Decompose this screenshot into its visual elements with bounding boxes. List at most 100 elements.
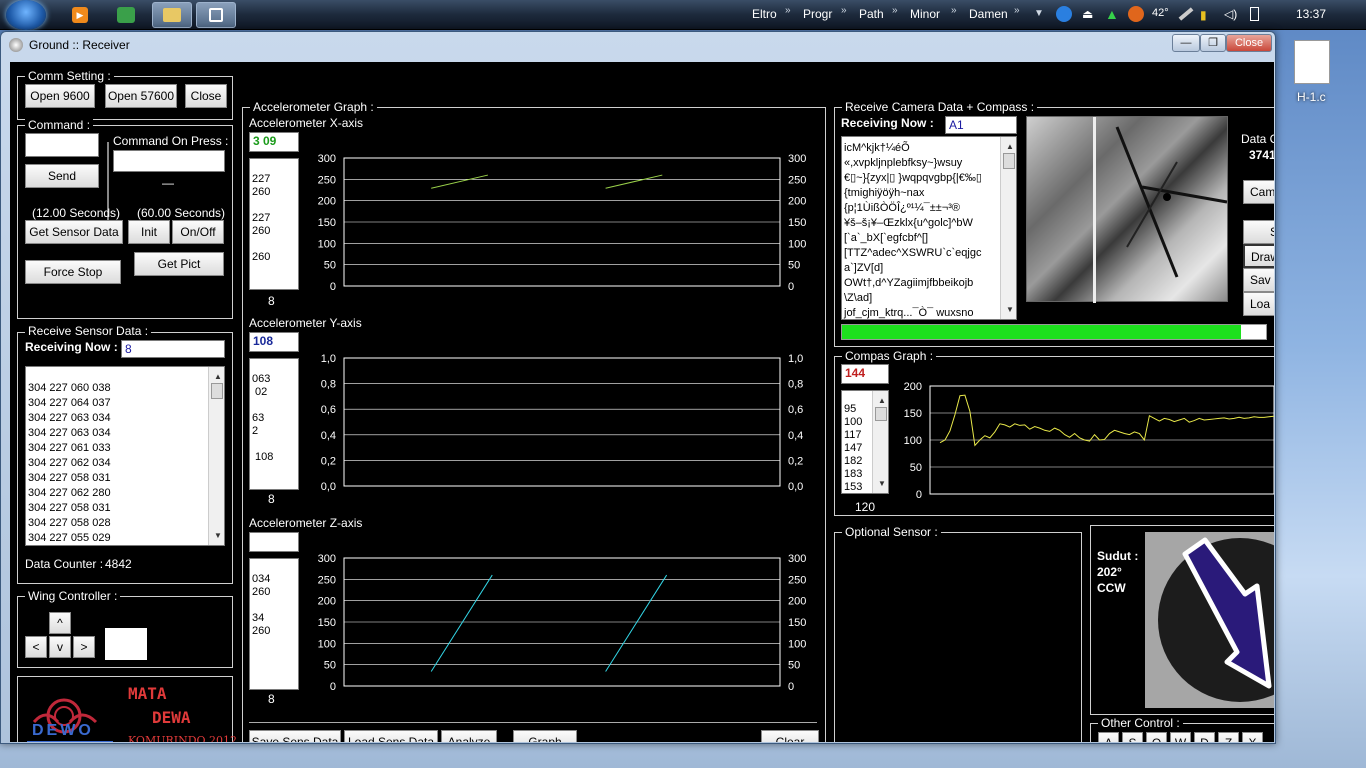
volume-icon[interactable]: ◁) (1224, 7, 1237, 21)
battery-icon[interactable] (1250, 7, 1259, 21)
tray-orange-icon[interactable] (1128, 6, 1144, 22)
compass-list-scrollbar[interactable]: ▲ ▼ (872, 391, 888, 493)
tray-expand-icon[interactable]: ▼ (1034, 8, 1044, 19)
key-w-button[interactable]: W (1170, 732, 1191, 742)
desktop-file-label[interactable]: H-1.c (1297, 90, 1326, 104)
taskbar-link-path[interactable]: Path (859, 7, 884, 21)
scroll-up-icon[interactable]: ▲ (1001, 139, 1016, 154)
list-item: 304 227 058 028 (28, 517, 111, 529)
client-area: Comm Setting : Open 9600 Open 57600 Clos… (10, 62, 1274, 742)
key-s-button[interactable]: S (1122, 732, 1143, 742)
explorer-taskbar-icon[interactable] (152, 2, 192, 28)
wing-down-button[interactable]: v (49, 636, 71, 658)
list-item: 304 227 055 029 (28, 532, 111, 544)
command-input[interactable] (25, 133, 99, 157)
graph-button[interactable]: Graph (513, 730, 577, 742)
scroll-up-icon[interactable]: ▲ (873, 393, 888, 408)
open-57600-button[interactable]: Open 57600 (105, 84, 177, 108)
key-a-button[interactable]: A (1098, 732, 1119, 742)
load-sens-data-button[interactable]: Load Sens Data (344, 730, 438, 742)
series-line (431, 174, 488, 189)
send-button[interactable]: Send (25, 164, 99, 188)
file-icon[interactable] (1294, 40, 1330, 84)
taskbar-link-eltro[interactable]: Eltro (752, 7, 777, 21)
wing-up-button[interactable]: ^ (49, 612, 71, 634)
accel-z-list[interactable]: 034 260 34 260 (249, 558, 299, 690)
force-stop-button[interactable]: Force Stop (25, 260, 121, 284)
y-tick-label-right: 300 (788, 553, 806, 565)
wing-right-button[interactable]: > (73, 636, 95, 658)
save-image-button[interactable]: Sav (1243, 268, 1274, 292)
taskbar-link-minor[interactable]: Minor (910, 7, 940, 21)
maximize-button[interactable]: ❐ (1200, 34, 1226, 52)
key-d-button[interactable]: D (1194, 732, 1215, 742)
key-x-button[interactable]: X (1242, 732, 1263, 742)
y-tick-label: 1,0 (321, 353, 336, 365)
minimize-button[interactable]: — (1172, 34, 1200, 52)
app-taskbar-icon[interactable] (106, 2, 146, 28)
tray-usb-icon[interactable]: ⏏ (1082, 7, 1093, 21)
text-line: [TTZ^adec^XSWRU`c`eqjgc (844, 247, 982, 259)
series-line (605, 174, 663, 189)
taskbar-link-damen[interactable]: Damen (969, 7, 1008, 21)
data-counter-label: Data Counter : (25, 557, 104, 571)
scroll-down-icon[interactable]: ▼ (873, 476, 888, 491)
init-button[interactable]: Init (128, 220, 170, 244)
accel-x-list[interactable]: 227 260 227 260 260 (249, 158, 299, 290)
taskbar-link-progr[interactable]: Progr (803, 7, 832, 21)
close-window-button[interactable]: Close (1226, 34, 1272, 52)
compass-series-line (939, 394, 1274, 447)
s-button[interactable]: S (1243, 220, 1274, 244)
scroll-up-icon[interactable]: ▲ (209, 369, 224, 384)
list-item: 227 (252, 212, 271, 224)
y-tick-label: 150 (318, 617, 336, 629)
y-tick-label-right: 0 (788, 681, 794, 693)
tray-blue-icon[interactable] (1056, 6, 1072, 22)
y-tick-label: 0,2 (321, 455, 336, 467)
chevron-icon: » (951, 5, 957, 16)
start-button[interactable] (6, 0, 46, 30)
y-tick-label-right: 50 (788, 260, 800, 272)
text-line: \Z\ad] (844, 292, 873, 304)
scroll-down-icon[interactable]: ▼ (209, 528, 224, 543)
sensor-data-list[interactable]: 304 227 060 038 304 227 064 037 304 227 … (25, 366, 225, 546)
scroll-down-icon[interactable]: ▼ (1001, 302, 1016, 317)
key-z-button[interactable]: Z (1218, 732, 1239, 742)
camera-data-text[interactable]: icM^kjk†¼éÕ «,xvpkljnplebfksy~}wsuy €▯~}… (841, 136, 1017, 320)
accel-z-label: Accelerometer Z-axis (249, 516, 363, 530)
load-image-button[interactable]: Loa (1243, 292, 1274, 316)
key-q-button[interactable]: Q (1146, 732, 1167, 742)
analyze-button[interactable]: Analyze (441, 730, 497, 742)
accel-y-list[interactable]: 063 02 63 2 108 (249, 358, 299, 490)
network-signal-icon[interactable]: ▮ (1200, 8, 1207, 22)
wing-left-button[interactable]: < (25, 636, 47, 658)
get-pict-button[interactable]: Get Pict (134, 252, 224, 276)
compass-list[interactable]: 95 100 117 147 182 183 153 ▲ ▼ (841, 390, 889, 494)
sensor-list-scrollbar[interactable]: ▲ ▼ (208, 367, 224, 545)
tray-pen-icon[interactable] (1178, 7, 1194, 21)
y-tick-label: 50 (324, 260, 336, 272)
open-9600-button[interactable]: Open 9600 (25, 84, 95, 108)
tray-green-triangle-icon[interactable]: ▲ (1105, 6, 1119, 22)
accel-x-count: 8 (268, 294, 275, 308)
close-port-button[interactable]: Close (185, 84, 227, 108)
on-off-button[interactable]: On/Off (172, 220, 224, 244)
scroll-thumb[interactable] (875, 407, 887, 421)
save-sens-data-button[interactable]: Save Sens Data (249, 730, 341, 742)
list-item: 304 227 062 280 (28, 487, 111, 499)
scroll-thumb[interactable] (1003, 153, 1015, 169)
receiver-taskbar-icon[interactable] (196, 2, 236, 28)
media-player-taskbar-icon[interactable]: ▶ (60, 2, 100, 28)
plot-area (343, 357, 781, 487)
y-tick-label: 0 (330, 681, 336, 693)
clear-button[interactable]: Clear (761, 730, 819, 742)
camera-text-scrollbar[interactable]: ▲ ▼ (1000, 137, 1016, 319)
draw-button[interactable]: Draw (1243, 244, 1274, 268)
get-sensor-data-button[interactable]: Get Sensor Data (25, 220, 123, 244)
camera-button[interactable]: Cam (1243, 180, 1274, 204)
compass-arrow-icon (1158, 537, 1274, 702)
clock[interactable]: 13:37 (1296, 7, 1326, 21)
list-item: 108 (252, 451, 274, 463)
scroll-thumb[interactable] (211, 383, 223, 399)
command-on-press-input[interactable] (113, 150, 225, 172)
